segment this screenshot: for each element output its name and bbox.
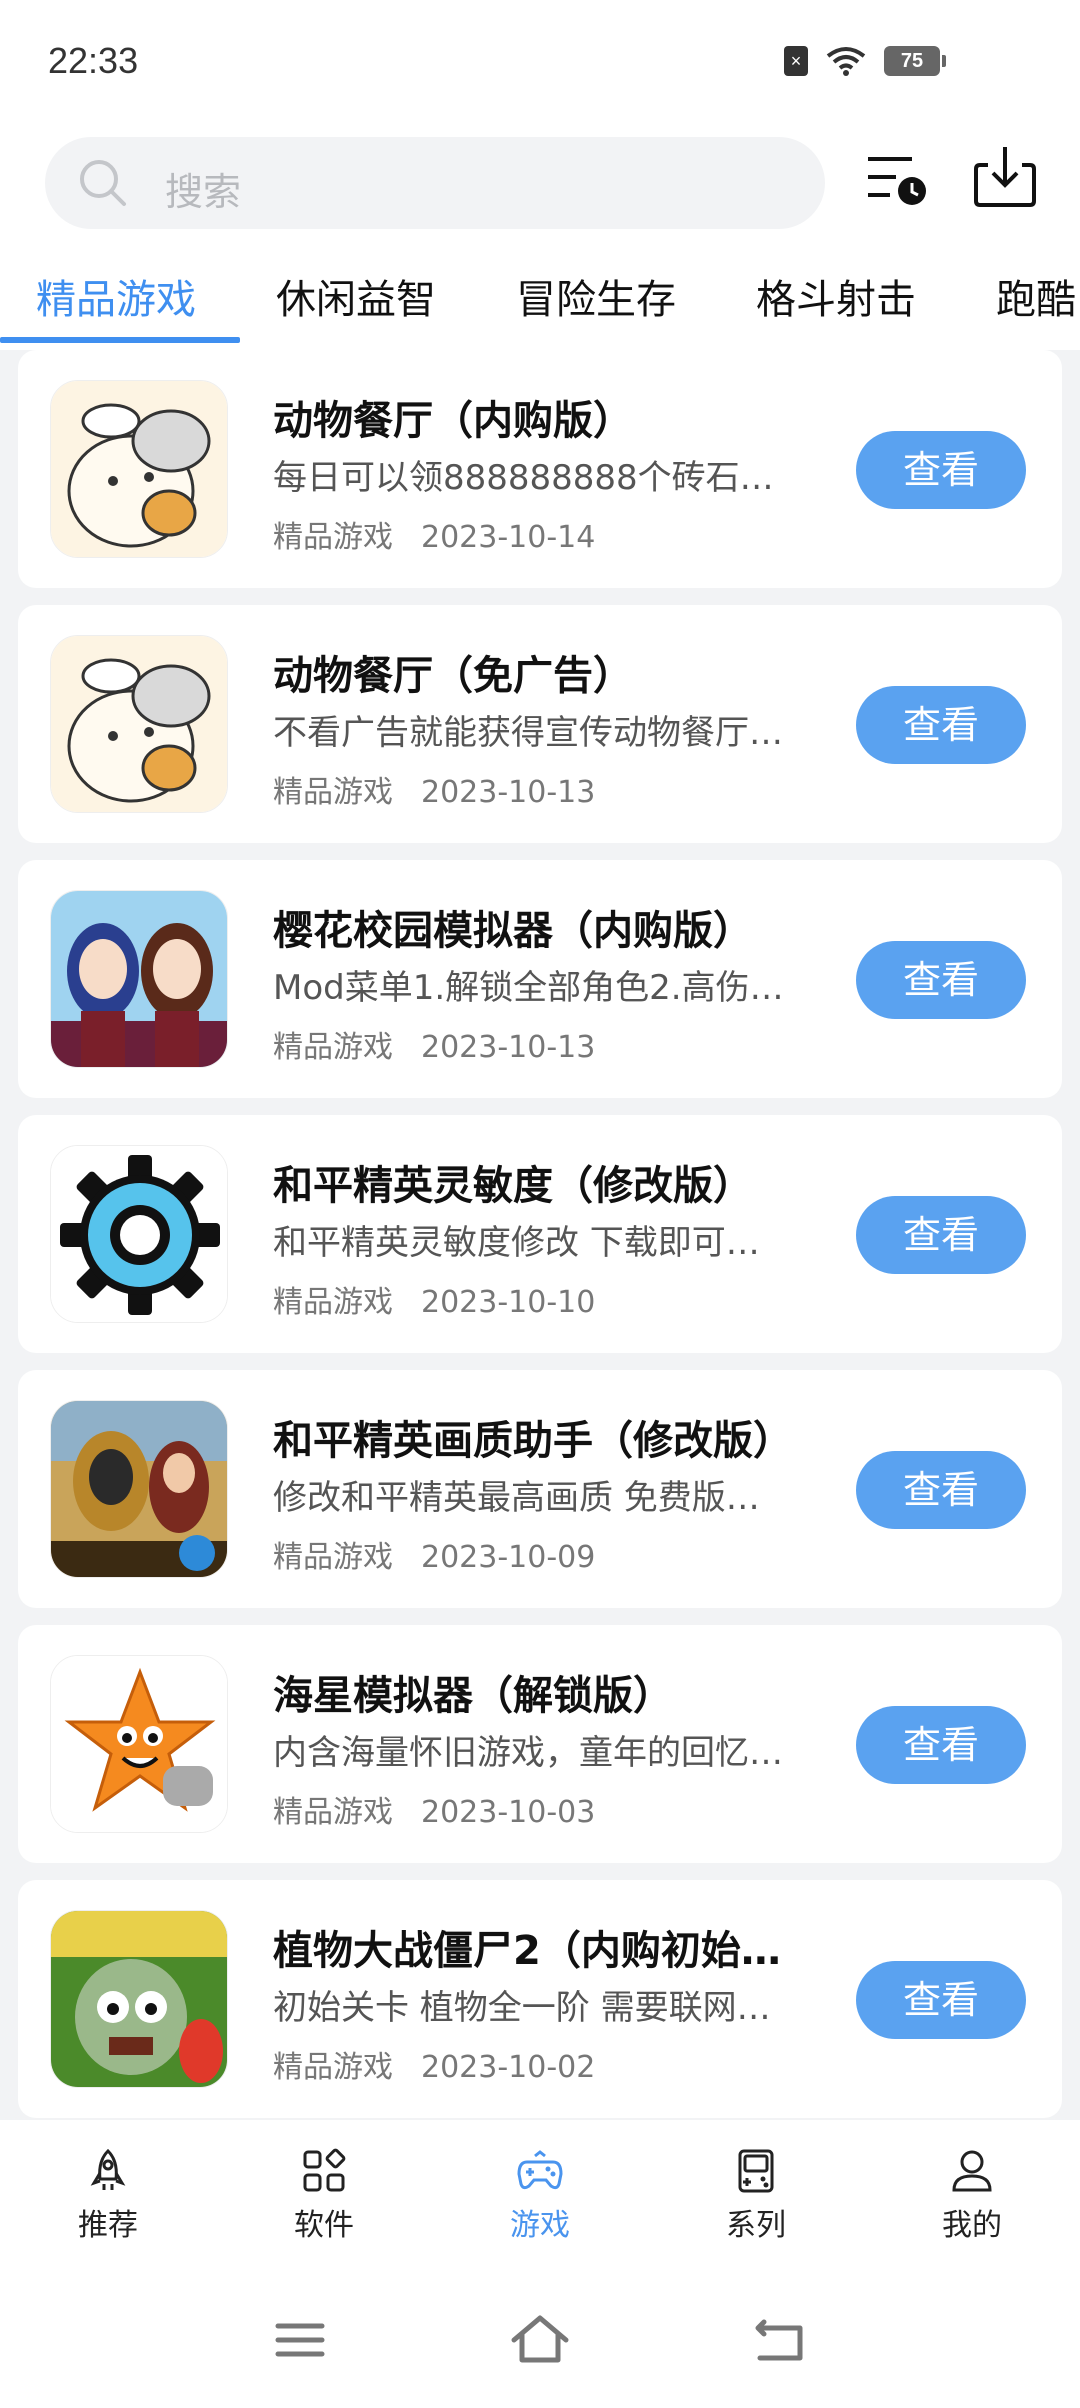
view-button[interactable]: 查看 xyxy=(856,1196,1026,1274)
app-title: 动物餐厅（内购版） xyxy=(273,398,633,444)
view-button[interactable]: 查看 xyxy=(856,1451,1026,1529)
history-list-icon[interactable] xyxy=(866,153,928,209)
no-sim-icon: × xyxy=(784,46,808,76)
handheld-console-icon xyxy=(738,2149,774,2193)
app-meta: 精品游戏 2023-10-03 xyxy=(273,1787,595,1831)
tab-adventure-survival[interactable]: 冒险生存 xyxy=(516,272,676,350)
cat-icon xyxy=(50,380,228,558)
app-category: 精品游戏 xyxy=(273,1540,393,1575)
bottom-nav: 推荐 软件 游戏 系列 我的 xyxy=(0,2120,1080,2270)
app-description: 修改和平精英最高画质 免费版… xyxy=(273,1478,760,1518)
app-date: 2023-10-03 xyxy=(421,1795,596,1830)
back-icon[interactable] xyxy=(750,2310,810,2370)
battery-indicator: 75 xyxy=(884,46,946,76)
nav-mine[interactable]: 我的 xyxy=(902,2148,1042,2244)
app-description: Mod菜单1.解锁全部角色2.高伤… xyxy=(273,968,784,1008)
status-bar: 22:33 × 75 xyxy=(0,0,1080,125)
app-date: 2023-10-09 xyxy=(421,1540,596,1575)
search-placeholder: 搜索 xyxy=(165,170,242,214)
view-button[interactable]: 查看 xyxy=(856,941,1026,1019)
active-tab-indicator xyxy=(0,337,240,343)
list-item[interactable]: 海星模拟器（解锁版） 内含海量怀旧游戏，童年的回忆… 精品游戏 2023-10-0… xyxy=(18,1625,1062,1863)
list-item[interactable]: 和平精英灵敏度（修改版） 和平精英灵敏度修改 下载即可… 精品游戏 2023-10… xyxy=(18,1115,1062,1353)
app-meta: 精品游戏 2023-10-10 xyxy=(273,1277,595,1321)
gamepad-icon xyxy=(517,2150,563,2190)
nav-label: 系列 xyxy=(726,2208,786,2243)
menu-icon[interactable] xyxy=(270,2310,330,2370)
app-title: 和平精英灵敏度（修改版） xyxy=(273,1163,753,1209)
list-item[interactable]: 樱花校园模拟器（内购版） Mod菜单1.解锁全部角色2.高伤… 精品游戏 2023… xyxy=(18,860,1062,1098)
app-description: 内含海量怀旧游戏，童年的回忆… xyxy=(273,1733,783,1773)
nav-software[interactable]: 软件 xyxy=(254,2148,394,2244)
apps-grid-icon xyxy=(303,2148,346,2192)
nav-label: 推荐 xyxy=(78,2208,138,2243)
header: 搜索 精品游戏 休闲益智 冒险生存 格斗射击 跑酷 xyxy=(0,125,1080,350)
cat-icon xyxy=(50,635,228,813)
view-button[interactable]: 查看 xyxy=(856,686,1026,764)
app-category: 精品游戏 xyxy=(273,775,393,810)
rocket-icon xyxy=(90,2148,126,2190)
app-category: 精品游戏 xyxy=(273,520,393,555)
wifi-icon xyxy=(826,47,866,76)
app-description: 和平精英灵敏度修改 下载即可… xyxy=(273,1223,760,1263)
view-button[interactable]: 查看 xyxy=(856,431,1026,509)
app-description: 每日可以领888888888个砖石… xyxy=(273,458,774,498)
search-icon xyxy=(80,160,126,206)
status-icons: × 75 xyxy=(784,46,946,76)
system-nav-bar xyxy=(0,2270,1080,2408)
app-category: 精品游戏 xyxy=(273,2050,393,2085)
nav-recommend[interactable]: 推荐 xyxy=(38,2148,178,2244)
app-description: 初始关卡 植物全一阶 需要联网… xyxy=(273,1988,771,2028)
nav-label: 软件 xyxy=(294,2208,354,2243)
app-title: 海星模拟器（解锁版） xyxy=(273,1673,673,1719)
app-meta: 精品游戏 2023-10-09 xyxy=(273,1532,595,1576)
list-item[interactable]: 动物餐厅（免广告） 不看广告就能获得宣传动物餐厅… 精品游戏 2023-10-13… xyxy=(18,605,1062,843)
app-title: 樱花校园模拟器（内购版） xyxy=(273,908,753,954)
app-date: 2023-10-02 xyxy=(421,2050,596,2085)
view-button[interactable]: 查看 xyxy=(856,1961,1026,2039)
app-date: 2023-10-10 xyxy=(421,1285,596,1320)
person-icon xyxy=(952,2150,992,2192)
nav-games[interactable]: 游戏 xyxy=(470,2148,610,2244)
app-date: 2023-10-13 xyxy=(421,1030,596,1065)
app-date: 2023-10-14 xyxy=(421,520,596,555)
nav-label: 游戏 xyxy=(510,2208,570,2243)
app-title: 植物大战僵尸2（内购初始… xyxy=(273,1928,781,1974)
status-time: 22:33 xyxy=(48,40,139,81)
list-item[interactable]: 植物大战僵尸2（内购初始… 初始关卡 植物全一阶 需要联网… 精品游戏 2023-… xyxy=(18,1880,1062,2118)
app-category: 精品游戏 xyxy=(273,1795,393,1830)
nav-series[interactable]: 系列 xyxy=(686,2148,826,2244)
starfish-icon xyxy=(50,1655,228,1833)
app-description: 不看广告就能获得宣传动物餐厅… xyxy=(273,713,783,753)
app-title: 和平精英画质助手（修改版） xyxy=(273,1418,793,1464)
tab-fighting-shooting[interactable]: 格斗射击 xyxy=(756,272,916,350)
search-input[interactable]: 搜索 xyxy=(45,137,825,229)
app-category: 精品游戏 xyxy=(273,1030,393,1065)
app-category: 精品游戏 xyxy=(273,1285,393,1320)
nav-label: 我的 xyxy=(942,2208,1002,2243)
app-date: 2023-10-13 xyxy=(421,775,596,810)
app-meta: 精品游戏 2023-10-14 xyxy=(273,512,595,556)
soldiers-icon xyxy=(50,1400,228,1578)
download-icon[interactable] xyxy=(974,145,1036,209)
anime-girls-icon xyxy=(50,890,228,1068)
app-meta: 精品游戏 2023-10-02 xyxy=(273,2042,595,2086)
gear-icon xyxy=(50,1145,228,1323)
app-meta: 精品游戏 2023-10-13 xyxy=(273,767,595,811)
app-list[interactable]: 动物餐厅（内购版） 每日可以领888888888个砖石… 精品游戏 2023-10… xyxy=(18,350,1062,2120)
view-button[interactable]: 查看 xyxy=(856,1706,1026,1784)
zombie-icon xyxy=(50,1910,228,2088)
tab-casual-puzzle[interactable]: 休闲益智 xyxy=(276,272,436,350)
list-item[interactable]: 和平精英画质助手（修改版） 修改和平精英最高画质 免费版… 精品游戏 2023-1… xyxy=(18,1370,1062,1608)
tab-parkour[interactable]: 跑酷 xyxy=(996,272,1076,350)
list-item[interactable]: 动物餐厅（内购版） 每日可以领888888888个砖石… 精品游戏 2023-10… xyxy=(18,350,1062,588)
app-meta: 精品游戏 2023-10-13 xyxy=(273,1022,595,1066)
app-title: 动物餐厅（免广告） xyxy=(273,653,633,699)
home-icon[interactable] xyxy=(510,2310,570,2370)
